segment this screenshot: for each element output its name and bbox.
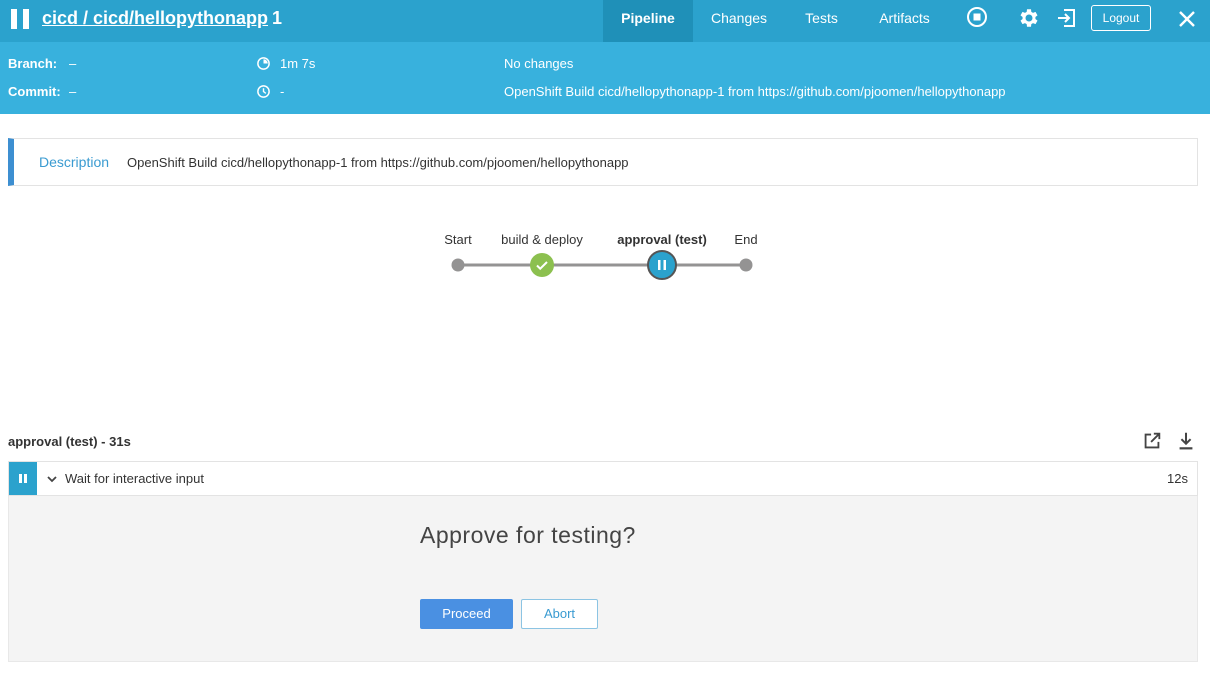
logout-button[interactable]: Logout [1091,5,1151,31]
node-approval-paused-icon[interactable] [647,250,677,280]
tab-tests[interactable]: Tests [785,0,858,42]
branch-value: – [69,56,77,71]
duration-icon [257,57,270,70]
cause-value: OpenShift Build cicd/hellopythonapp-1 fr… [504,84,1006,99]
download-icon[interactable] [1175,430,1197,452]
node-label-start: Start [444,232,472,247]
paused-status-icon [9,462,37,495]
tab-artifacts[interactable]: Artifacts [858,0,951,42]
changes-value: No changes [504,56,574,71]
clock-icon [257,85,270,98]
chevron-down-icon[interactable] [45,472,59,486]
node-label-end: End [734,232,758,247]
log-step-row[interactable]: Wait for interactive input 12s [8,461,1198,496]
node-label-approval-test: approval (test) [617,232,707,247]
description-box: Description OpenShift Build cicd/hellopy… [8,138,1198,186]
exit-icon[interactable] [1055,6,1079,30]
proceed-button[interactable]: Proceed [420,599,513,629]
open-external-icon[interactable] [1141,430,1163,452]
gear-icon[interactable] [1017,6,1041,30]
node-label-build-deploy: build & deploy [501,232,583,247]
step-title: approval (test) - 31s [8,434,131,449]
input-panel: Approve for testing? Proceed Abort [8,496,1198,662]
description-label: Description [39,154,110,170]
tab-changes[interactable]: Changes [693,0,785,42]
stop-icon[interactable] [965,5,989,29]
started-value: - [280,84,285,99]
node-end[interactable] [739,258,753,272]
pause-icon [11,9,29,29]
pipeline-title: cicd / cicd/hellopythonapp 1 [42,8,282,29]
commit-value: – [69,84,77,99]
log-step-time: 12s [1167,471,1188,486]
pipeline-graph: Start build & deploy approval (test) End [430,225,770,295]
tab-pipeline[interactable]: Pipeline [603,0,693,42]
commit-label: Commit: [8,84,61,99]
pipeline-graph-lines [458,263,746,267]
node-build-deploy-success-icon[interactable] [530,253,554,277]
abort-button[interactable]: Abort [521,599,598,629]
close-icon[interactable] [1175,7,1199,31]
run-details-bar: Branch: – Commit: – 1m 7s - No changes O… [0,42,1210,114]
pipeline-title-link[interactable]: cicd / cicd/hellopythonapp [42,8,268,28]
run-number: 1 [272,8,283,28]
description-text: OpenShift Build cicd/hellopythonapp-1 fr… [127,155,629,170]
top-bar: cicd / cicd/hellopythonapp 1 Pipeline Cha… [0,0,1210,42]
node-start[interactable] [451,258,465,272]
branch-label: Branch: [8,56,58,71]
log-step-text: Wait for interactive input [65,471,204,486]
input-question: Approve for testing? [420,522,636,548]
duration-value: 1m 7s [280,56,316,71]
